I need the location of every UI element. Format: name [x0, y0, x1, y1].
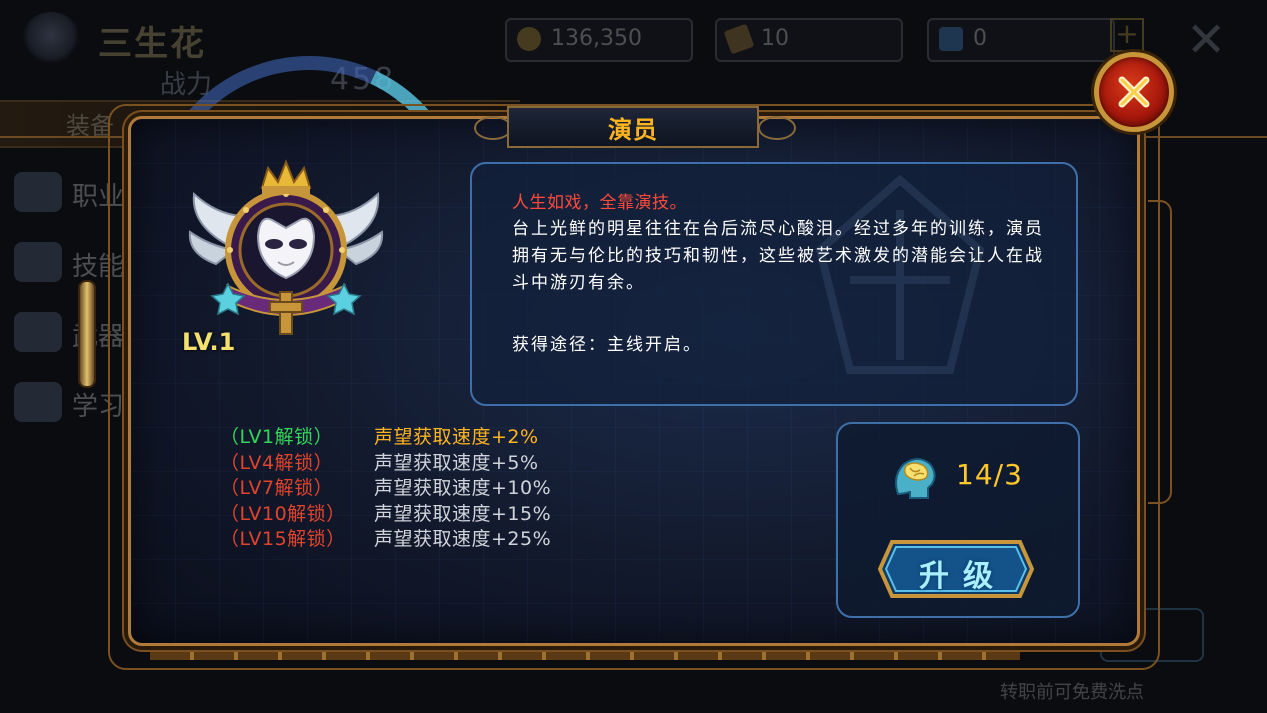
guild-emblem-icon	[22, 12, 80, 64]
unlock-effect: 声望获取速度+2%	[374, 426, 539, 448]
unlock-effect: 声望获取速度+25%	[374, 528, 552, 550]
frame-right-bracket	[1148, 200, 1172, 504]
scroll-decoration	[80, 282, 94, 386]
description-headline: 人生如戏，全靠演技。	[512, 193, 687, 213]
weapon-icon	[14, 312, 62, 352]
background-close-icon: ✕	[1186, 12, 1227, 68]
horn-icon	[723, 23, 755, 55]
unlock-effect: 声望获取速度+5%	[374, 451, 539, 474]
acquisition-source: 获得途径：主线开启。	[512, 335, 702, 355]
close-icon	[1118, 76, 1150, 108]
upgrade-button[interactable]: 升级	[876, 538, 1036, 600]
dialog-title: 演员	[608, 116, 658, 144]
profession-level: LV.1	[182, 328, 236, 356]
coin-resource: 136,350	[505, 18, 693, 62]
coin-value: 136,350	[551, 26, 642, 51]
profession-icon	[14, 172, 62, 212]
skill-book-icon	[14, 242, 62, 282]
unlock-level: （LV7解锁）	[220, 477, 334, 499]
unlock-level: （LV15解锁）	[220, 528, 346, 550]
unlock-level: （LV10解锁）	[220, 502, 346, 525]
description-text: 台上光鲜的明星往往在台后流尽心酸泪。经过多年的训练，演员拥有无与伦比的技巧和韧性…	[512, 219, 1044, 293]
unlock-level: （LV4解锁）	[220, 451, 334, 474]
add-gem-icon: +	[1110, 18, 1144, 52]
unlock-level: （LV1解锁）	[220, 426, 334, 448]
frame-bottom-strip	[150, 652, 1020, 660]
horn-value: 10	[761, 26, 789, 51]
gem-value: 0	[973, 26, 987, 51]
skill-points-value: 14/3	[956, 458, 1023, 491]
free-reset-hint: 转职前可免费洗点	[1000, 682, 1144, 703]
title-ornament-right	[758, 116, 796, 140]
horn-resource: 10	[715, 18, 903, 62]
actor-mask-emblem-icon	[188, 159, 384, 335]
close-button[interactable]	[1094, 52, 1174, 132]
coin-icon	[517, 27, 541, 51]
character-name: 三生花	[98, 24, 206, 64]
brain-head-icon	[895, 458, 936, 499]
unlock-effect: 声望获取速度+10%	[374, 477, 552, 499]
gem-resource: 0	[927, 18, 1115, 62]
gem-icon	[939, 27, 963, 51]
upgrade-button-label: 升级	[919, 559, 1007, 594]
unlock-effect: 声望获取速度+15%	[374, 502, 552, 525]
study-icon	[14, 382, 62, 422]
